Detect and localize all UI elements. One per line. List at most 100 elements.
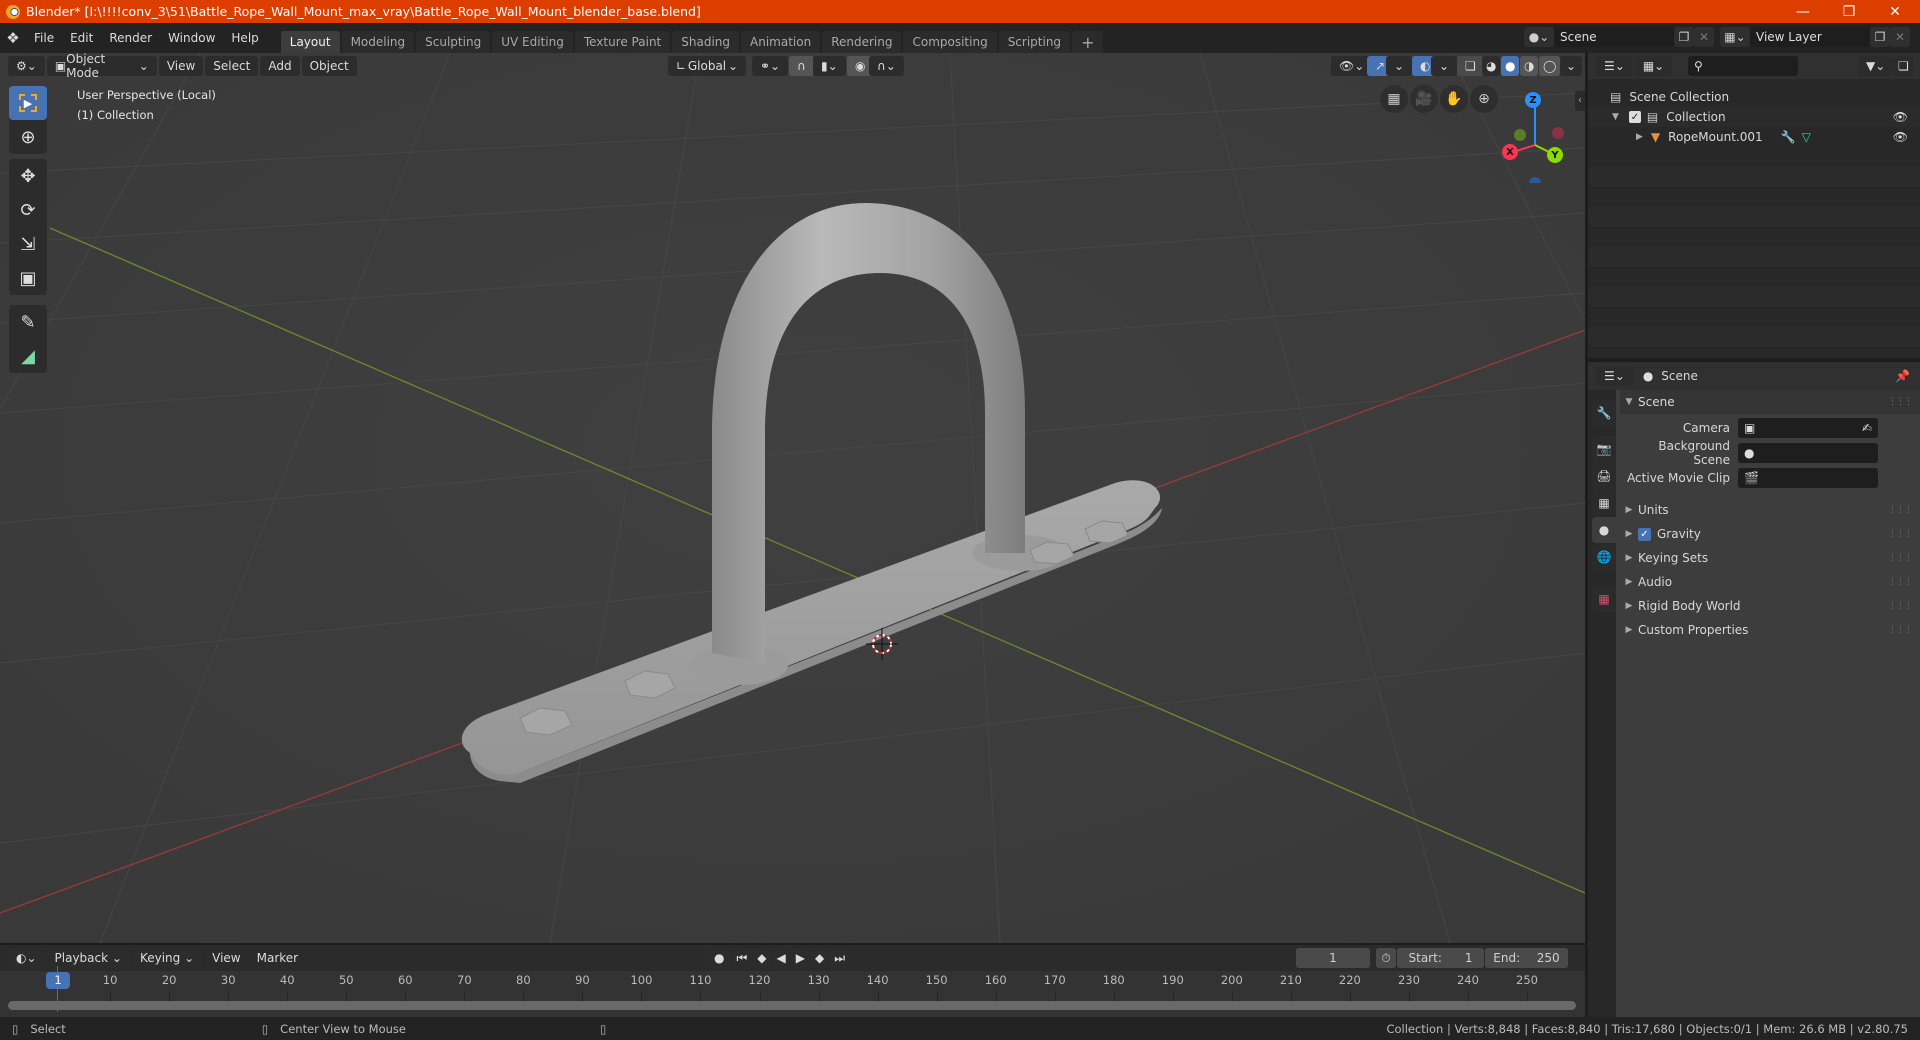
tab-scripting[interactable]: Scripting [998, 31, 1071, 53]
timeline-menu-marker[interactable]: Marker [249, 951, 306, 965]
new-scene-icon[interactable]: ❐ [1674, 27, 1694, 47]
timeline-menu-view[interactable]: View [204, 951, 248, 965]
tool-measure-icon[interactable]: ◢ [9, 339, 47, 373]
tool-move-icon[interactable]: ✥ [9, 159, 47, 193]
expand-triangle-icon[interactable]: ▶ [1636, 132, 1643, 142]
scene-type-icon[interactable]: ●⌄ [1524, 27, 1554, 47]
outliner-scene-collection[interactable]: ▤ Scene Collection [1588, 87, 1920, 107]
play-icon[interactable]: ▶ [791, 948, 809, 968]
delete-scene-icon[interactable]: ✕ [1694, 27, 1714, 47]
gizmo-z-axis[interactable]: Z [1525, 92, 1541, 108]
display-mode-icon[interactable]: ▦⌄ [1634, 56, 1673, 76]
snap-target-button[interactable]: ▮⌄ [813, 56, 846, 76]
eyedropper-icon[interactable]: ✍ [1862, 421, 1872, 435]
tab-animation[interactable]: Animation [741, 31, 821, 53]
output-tab-icon[interactable]: 🖨 [1592, 463, 1616, 489]
toggle-camera-grid-icon[interactable]: ▦ [1380, 85, 1408, 113]
tab-shading[interactable]: Shading [672, 31, 739, 53]
snap-toggle-icon[interactable]: ∩ [789, 56, 814, 76]
add-workspace-button[interactable]: + [1072, 31, 1104, 53]
record-icon[interactable]: ● [708, 948, 731, 968]
tool-annotate-icon[interactable]: ✎ [9, 305, 47, 339]
tab-compositing[interactable]: Compositing [903, 31, 997, 53]
visibility-eye-icon[interactable]: 👁 [1893, 110, 1908, 124]
tool-cursor-icon[interactable]: ⊕ [9, 120, 47, 154]
shading-dropdown[interactable]: ⌄ [1560, 56, 1583, 76]
drag-grip-icon[interactable]: ⋮⋮⋮ [1888, 601, 1913, 611]
filter-icon[interactable]: ▼⌄ [1858, 56, 1894, 76]
viewport-menu-select[interactable]: Select [205, 56, 259, 76]
scene-tab-icon[interactable]: ● [1592, 517, 1616, 543]
gravity-panel[interactable]: ▶ ✓ Gravity ⋮⋮⋮ [1620, 522, 1920, 546]
stopwatch-icon[interactable]: ⏱ [1376, 948, 1396, 968]
view-layer-tab-icon[interactable]: ▦ [1592, 490, 1616, 516]
gizmo-x-axis[interactable]: X [1502, 144, 1518, 160]
camera-field[interactable]: ▣ ✍ [1738, 418, 1878, 438]
menu-help[interactable]: Help [223, 31, 266, 45]
pivot-point-button[interactable]: ⚭⌄ [752, 56, 789, 76]
drag-grip-icon[interactable]: ⋮⋮⋮ [1888, 529, 1913, 539]
outliner-row-object[interactable]: ▶ ▼ RopeMount.001 🔧 ▽ 👁 [1588, 127, 1920, 147]
falloff-button[interactable]: ∩⌄ [869, 56, 904, 76]
units-panel[interactable]: ▶ Units ⋮⋮⋮ [1620, 498, 1920, 522]
gizmo-dropdown[interactable]: ⌄ [1386, 56, 1413, 76]
viewport-menu-add[interactable]: Add [260, 56, 300, 76]
view-layer-name-field[interactable]: View Layer [1750, 27, 1870, 47]
editor-type-button[interactable]: ⚙⌄ [8, 56, 45, 76]
prev-keyframe-icon[interactable]: ◆ [753, 948, 771, 968]
custom-properties-panel[interactable]: ▶ Custom Properties ⋮⋮⋮ [1620, 618, 1920, 642]
camera-view-icon[interactable]: 🎥 [1410, 85, 1438, 113]
tab-uv-editing[interactable]: UV Editing [492, 31, 573, 53]
viewport-menu-object[interactable]: Object [301, 56, 357, 76]
tab-texture-paint[interactable]: Texture Paint [574, 31, 671, 53]
outliner-editor-type-icon[interactable]: ☰⌄ [1596, 56, 1633, 76]
orientation-dropdown[interactable]: ∟ Global ⌄ [668, 56, 746, 76]
current-frame-field[interactable]: 1 [1296, 948, 1370, 968]
mesh-data-icon[interactable]: ▽ [1802, 130, 1811, 144]
zoom-view-icon[interactable]: ⊕ [1470, 85, 1498, 113]
blender-menu-icon[interactable]: ❖ [0, 29, 26, 47]
tool-rotate-icon[interactable]: ⟳ [9, 193, 47, 227]
shading-material-icon[interactable]: ◑ [1520, 56, 1539, 76]
render-tab-icon[interactable]: 📷 [1592, 436, 1616, 462]
minimize-button[interactable]: — [1780, 0, 1826, 23]
timeline-track[interactable]: 10 20 30 40 50 60 70 80 90 100 110 120 130 140 150 160 1… [0, 966, 1585, 1017]
keying-sets-panel[interactable]: ▶ Keying Sets ⋮⋮⋮ [1620, 546, 1920, 570]
outliner-search-input[interactable]: ⚲ [1688, 56, 1798, 76]
tool-tab-icon[interactable]: 🔧 [1592, 400, 1616, 426]
next-keyframe-icon[interactable]: ◆ [811, 948, 829, 968]
audio-panel[interactable]: ▶ Audio ⋮⋮⋮ [1620, 570, 1920, 594]
view-layer-icon[interactable]: ▦⌄ [1720, 27, 1750, 47]
drag-grip-icon[interactable]: ⋮⋮⋮ [1888, 577, 1913, 587]
collection-checkbox[interactable]: ✓ [1628, 111, 1641, 123]
expand-triangle-icon[interactable]: ▼ [1612, 112, 1619, 122]
tab-modeling[interactable]: Modeling [341, 31, 415, 53]
timeline-editor-type-icon[interactable]: ◐⌄ [8, 948, 45, 968]
timeline-scrollbar[interactable] [8, 1001, 1576, 1010]
modifier-wrench-icon[interactable]: 🔧 [1781, 130, 1796, 144]
play-reverse-icon[interactable]: ◀ [772, 948, 790, 968]
drag-grip-icon[interactable]: ⋮⋮⋮ [1888, 625, 1913, 635]
delete-view-layer-icon[interactable]: ✕ [1890, 27, 1910, 47]
overlay-dropdown[interactable]: ⌄ [1431, 56, 1458, 76]
3d-viewport[interactable]: ⚙⌄ ▣ Object Mode ⌄ View Select Add Objec… [0, 53, 1585, 943]
viewport-menu-view[interactable]: View [158, 56, 204, 76]
tab-sculpting[interactable]: Sculpting [416, 31, 491, 53]
pin-icon[interactable]: 📌 [1895, 369, 1910, 383]
playhead-frame-badge[interactable]: 1 [46, 972, 70, 989]
tab-layout[interactable]: Layout [280, 31, 340, 53]
pan-view-icon[interactable]: ✋ [1440, 85, 1468, 113]
menu-edit[interactable]: Edit [62, 31, 101, 45]
playback-menu[interactable]: Playback ⌄ [46, 948, 130, 968]
shading-wireframe-icon[interactable]: ◕ [1482, 56, 1501, 76]
maximize-button[interactable]: ❐ [1826, 0, 1872, 23]
keying-menu[interactable]: Keying ⌄ [131, 948, 203, 968]
mode-dropdown[interactable]: ▣ Object Mode ⌄ [46, 53, 157, 80]
end-frame-field[interactable]: End: 250 [1485, 948, 1568, 968]
new-collection-icon[interactable]: ❏ [1893, 56, 1914, 76]
background-scene-field[interactable]: ● [1738, 443, 1878, 463]
drag-grip-icon[interactable]: ⋮⋮⋮ [1888, 505, 1913, 515]
shading-solid-icon[interactable]: ● [1501, 56, 1520, 76]
drag-grip-icon[interactable]: ⋮⋮⋮ [1888, 553, 1913, 563]
shading-rendered-icon[interactable]: ◯ [1539, 56, 1561, 76]
